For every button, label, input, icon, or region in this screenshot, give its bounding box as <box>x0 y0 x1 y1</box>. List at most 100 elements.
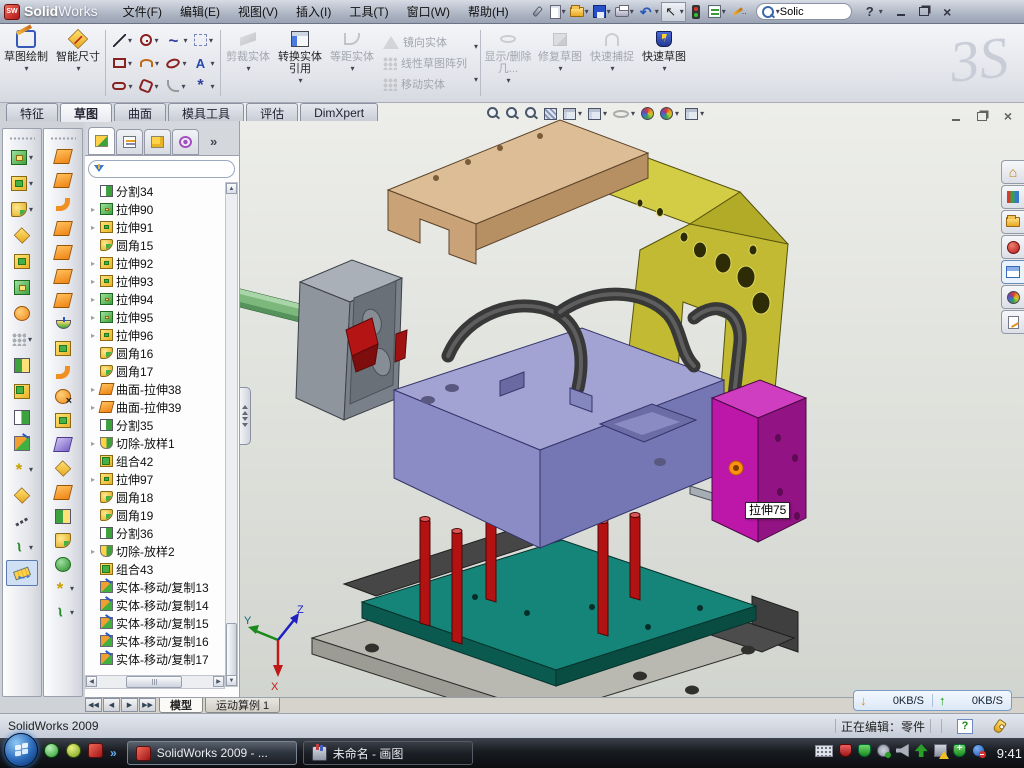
cm-button-linear-pattern[interactable]: 线性草图阵列 <box>380 53 470 74</box>
tree-item[interactable]: ▸拉伸92 <box>87 254 223 272</box>
nav-next-button[interactable]: ▶ <box>121 698 138 712</box>
tree-item[interactable]: 圆角18 <box>87 488 223 506</box>
sketch-fillet-tool-button[interactable]: ▾ <box>163 75 190 98</box>
doc-minimize-button[interactable] <box>948 109 964 123</box>
quick-launch-media-player[interactable] <box>66 743 81 763</box>
expand-arrow-icon[interactable]: ▸ <box>89 259 97 268</box>
fm-tab-dimxpert-manager[interactable] <box>172 129 199 155</box>
tray-upload[interactable] <box>915 744 928 762</box>
tree-filter-box[interactable] <box>88 160 235 178</box>
circle-tool-button[interactable]: ▾ <box>136 29 163 52</box>
tray-security-shield[interactable] <box>858 744 871 762</box>
tree-item[interactable]: ▸拉伸94 <box>87 290 223 308</box>
point-tool-button[interactable]: ▾ <box>190 75 217 98</box>
reference-point-button[interactable]: ▾ <box>47 576 79 600</box>
cm-button-smart-dimension[interactable]: 智能尺寸▾ <box>52 24 104 102</box>
tree-item[interactable]: 实体-移动/复制15 <box>87 614 223 632</box>
reference-plane-button[interactable] <box>6 482 38 508</box>
zoom-area-button[interactable] <box>505 106 520 121</box>
reference-point-button[interactable]: ▾ <box>6 456 38 482</box>
scroll-up-icon[interactable]: ▲ <box>226 183 237 194</box>
quick-tips-icon[interactable]: ? <box>957 719 973 734</box>
edit-appearance-button[interactable] <box>640 106 655 121</box>
tree-item[interactable]: ▸曲面-拉伸39 <box>87 398 223 416</box>
cm-button-repair[interactable]: 修复草图▾ <box>534 24 586 102</box>
expand-arrow-icon[interactable]: ▸ <box>89 295 97 304</box>
spline-tool-button[interactable]: ▾ <box>163 29 190 52</box>
dropdown-arrow-icon[interactable]: ▾ <box>578 109 582 118</box>
cm-button-rapid-sketch[interactable]: 快速草图▾ <box>638 24 690 102</box>
expand-arrow-icon[interactable]: ▸ <box>89 313 97 322</box>
dropdown-arrow-icon[interactable]: ▾ <box>76 64 80 73</box>
menu-item-1[interactable]: 编辑(E) <box>171 0 229 23</box>
hole-wizard-button[interactable] <box>6 300 38 326</box>
minimize-button[interactable] <box>893 4 910 19</box>
dropdown-arrow-icon[interactable]: ▾ <box>474 75 478 84</box>
dropdown-arrow-icon[interactable]: ▾ <box>29 179 33 188</box>
boundary-surface-button[interactable] <box>47 216 79 240</box>
tree-item[interactable]: 圆角19 <box>87 506 223 524</box>
save-button[interactable]: ▾ <box>591 2 613 22</box>
hscrollbar-thumb[interactable] <box>126 676 182 688</box>
nav-last-button[interactable]: ▶▶ <box>139 698 156 712</box>
split-feature-button[interactable] <box>6 404 38 430</box>
tray-defender-shield[interactable] <box>953 744 966 762</box>
offset-surface-button[interactable] <box>47 264 79 288</box>
dropdown-arrow-icon[interactable]: ▾ <box>128 36 132 45</box>
task-button-1[interactable]: 未命名 - 画图 <box>303 741 473 765</box>
menu-item-5[interactable]: 窗口(W) <box>398 0 459 23</box>
doc-restore-button[interactable] <box>974 109 990 123</box>
shell-button[interactable] <box>6 248 38 274</box>
dropdown-arrow-icon[interactable]: ▾ <box>181 82 185 91</box>
ellipse-tool-button[interactable]: ▾ <box>163 52 190 75</box>
section-view-button[interactable] <box>543 107 558 121</box>
tab-模具工具[interactable]: 模具工具 <box>168 103 244 121</box>
dropdown-arrow-icon[interactable]: ▾ <box>209 36 213 45</box>
tray-network-warning[interactable] <box>934 744 947 762</box>
traffic-light-button[interactable] <box>686 2 706 22</box>
tree-item[interactable]: 实体-移动/复制17 <box>87 650 223 668</box>
linear-pattern-button[interactable]: ▾ <box>6 326 38 352</box>
mirror-feature-button[interactable] <box>6 352 38 378</box>
scroll-right-icon[interactable]: ▶ <box>213 676 224 687</box>
scroll-down-icon[interactable]: ▼ <box>226 675 237 686</box>
arc-tool-button[interactable]: ▾ <box>136 52 163 75</box>
task-pane-tab-file-explorer[interactable] <box>1001 210 1024 234</box>
extend-surface-button[interactable] <box>47 360 79 384</box>
tree-item[interactable]: ▸切除-放样2 <box>87 542 223 560</box>
curve-button[interactable]: ▾ <box>6 534 38 560</box>
dropdown-arrow-icon[interactable]: ▾ <box>183 36 187 45</box>
restore-button[interactable] <box>916 4 933 19</box>
pen-button[interactable] <box>728 2 748 22</box>
menu-item-4[interactable]: 工具(T) <box>340 0 397 23</box>
slot-tool-button[interactable]: ▾ <box>109 75 136 98</box>
dropdown-arrow-icon[interactable]: ▾ <box>29 205 33 214</box>
tree-item[interactable]: 实体-移动/复制14 <box>87 596 223 614</box>
dropdown-arrow-icon[interactable]: ▾ <box>246 64 250 73</box>
menu-item-2[interactable]: 视图(V) <box>229 0 287 23</box>
text-tool-button[interactable]: ▾ <box>190 52 217 75</box>
tree-item[interactable]: ▸曲面-拉伸38 <box>87 380 223 398</box>
dropdown-arrow-icon[interactable]: ▾ <box>700 109 704 118</box>
filter-input[interactable] <box>108 163 229 175</box>
untrim-surface-button[interactable] <box>47 480 79 504</box>
thicken-button[interactable] <box>47 336 79 360</box>
cm-button-mirror[interactable]: 镜向实体 <box>380 32 470 53</box>
dropdown-arrow-icon[interactable]: ▾ <box>210 59 214 68</box>
hide-show-items-button[interactable]: ▾ <box>612 108 636 119</box>
extruded-surface-button[interactable] <box>47 192 79 216</box>
help-button[interactable]: ▾ <box>860 2 885 22</box>
task-button-0[interactable]: SolidWorks 2009 - ... <box>127 741 297 765</box>
cm-button-snap[interactable]: 快速捕捉▾ <box>586 24 638 102</box>
tree-vertical-scrollbar[interactable]: ▲ ▼ <box>225 182 238 687</box>
dropdown-arrow-icon[interactable]: ▾ <box>655 7 659 16</box>
dropdown-arrow-icon[interactable]: ▾ <box>155 59 159 68</box>
tab-DimXpert[interactable]: DimXpert <box>300 103 378 121</box>
dropdown-arrow-icon[interactable]: ▾ <box>611 64 615 73</box>
dropdown-arrow-icon[interactable]: ▾ <box>585 7 589 16</box>
tree-item[interactable]: ▸拉伸91 <box>87 218 223 236</box>
dropdown-arrow-icon[interactable]: ▾ <box>607 7 611 16</box>
fm-tab-configuration-manager[interactable] <box>144 129 171 155</box>
pin-button[interactable] <box>528 2 548 22</box>
tree-item[interactable]: 实体-移动/复制16 <box>87 632 223 650</box>
